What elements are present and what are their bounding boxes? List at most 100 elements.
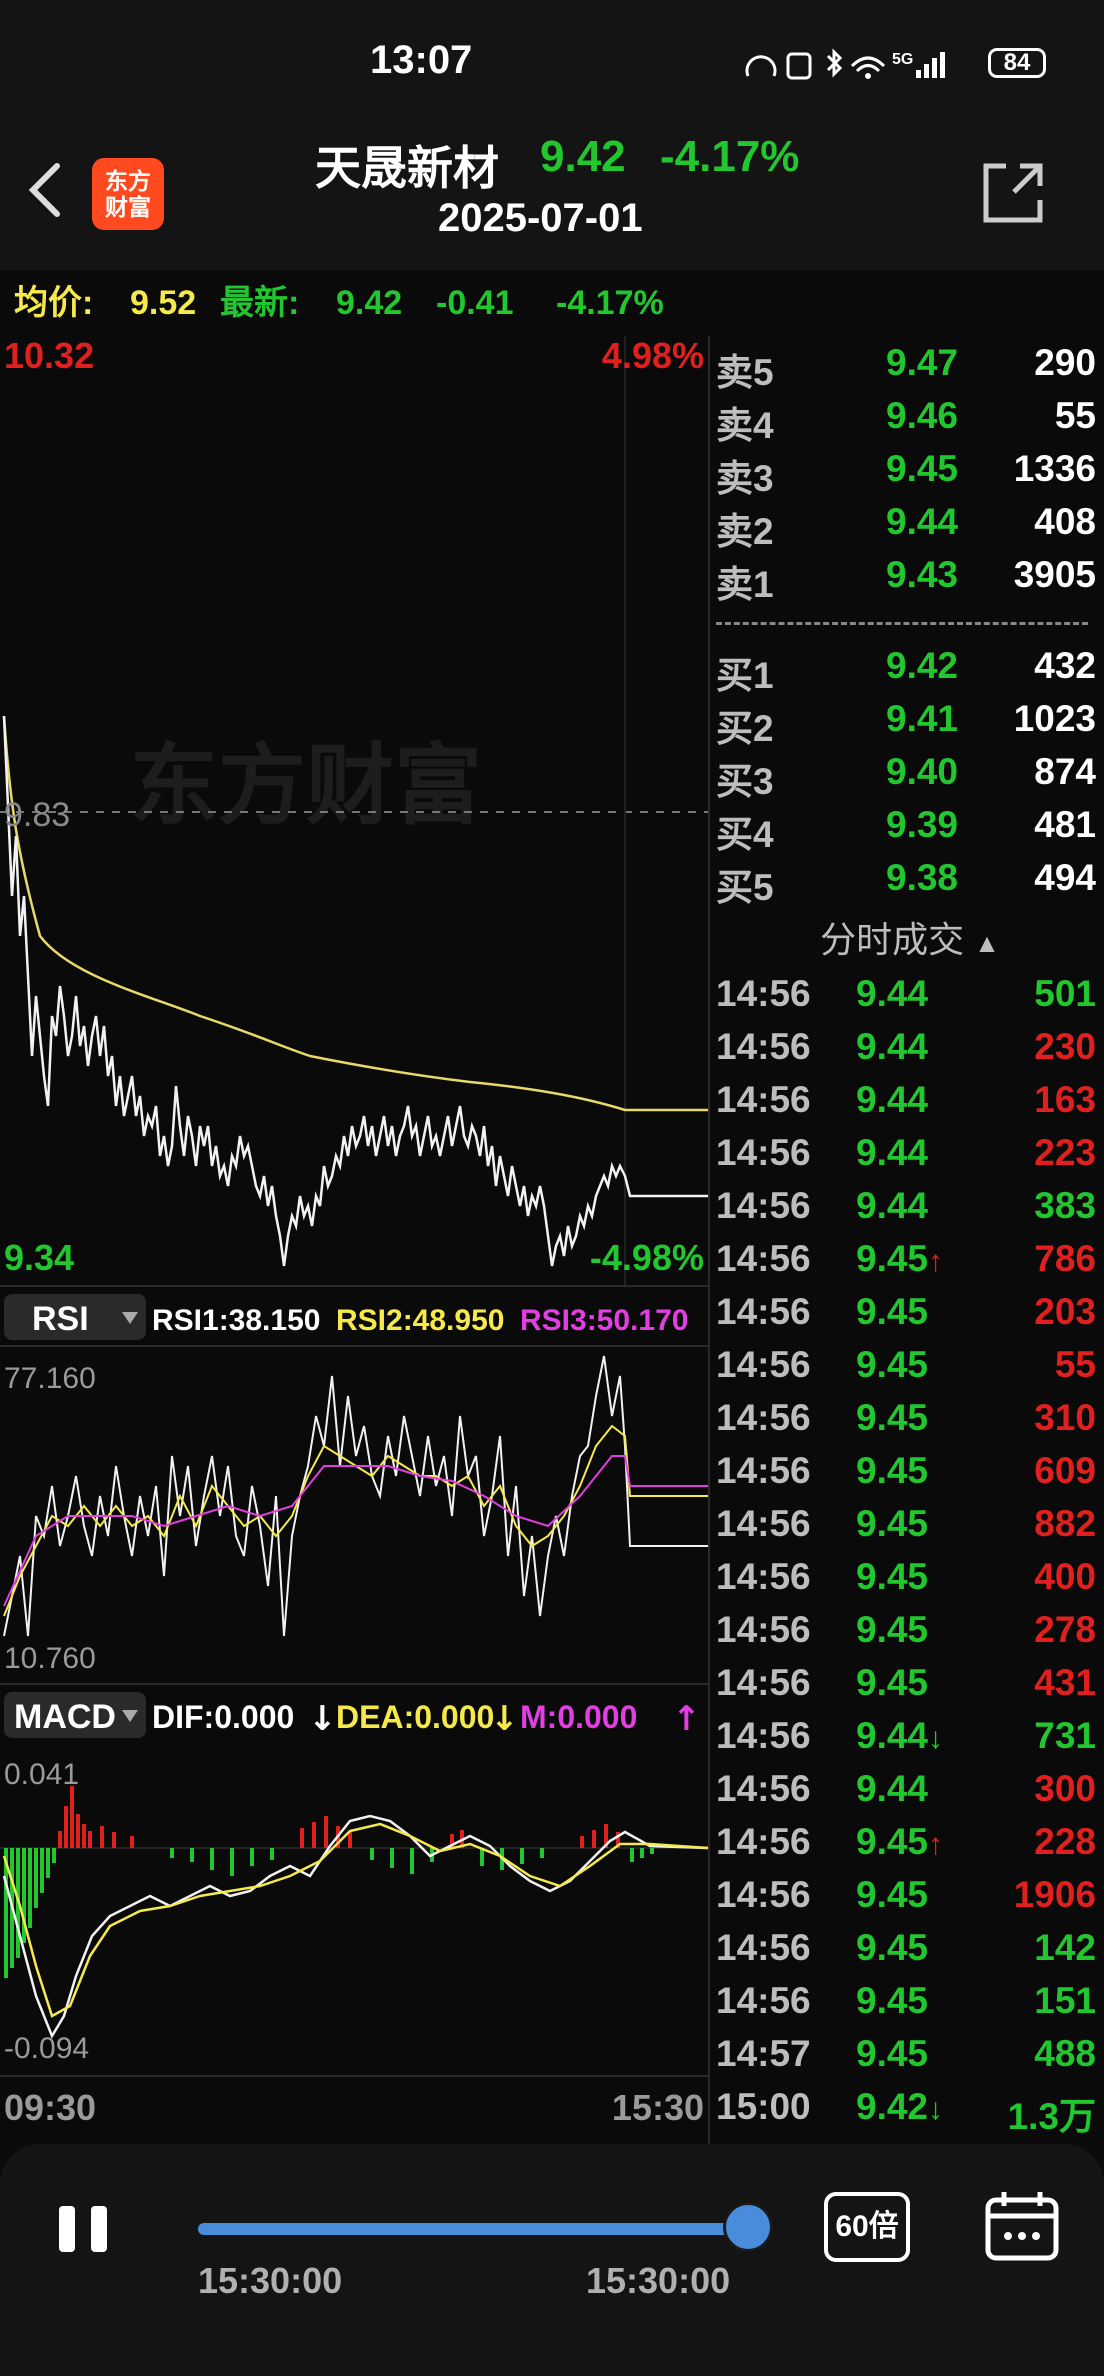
sell-row[interactable]: 卖5 9.47 290 [716, 342, 1100, 394]
trade-volume: 501 [1034, 973, 1096, 1014]
trade-volume: 300 [1034, 1768, 1096, 1809]
trade-volume: 55 [1054, 1344, 1096, 1385]
last-label: 最新: [220, 284, 300, 322]
orderbook-divider [716, 622, 1088, 625]
rsi1-value: RSI1:38.150 [152, 1304, 320, 1337]
trade-time: 14:56 [716, 1503, 811, 1544]
prev-close-price: 9.83 [4, 796, 70, 834]
rsi-min: 10.760 [4, 1642, 96, 1675]
trade-row: 14:57 9.45 488 [716, 2033, 1100, 2086]
trade-price: 9.45 [856, 1662, 929, 1703]
sort-up-icon: ▲ [974, 928, 1000, 958]
macd-tag: MACD [14, 1698, 116, 1736]
trade-price: 9.44 [856, 1185, 929, 1226]
buy-row[interactable]: 买3 9.40 874 [716, 751, 1100, 803]
trade-price: 9.45 [856, 1980, 929, 2021]
avg-price: 9.52 [130, 284, 197, 322]
bottom-price: 9.34 [4, 1237, 74, 1278]
trade-volume: 731 [1034, 1715, 1096, 1756]
calendar-icon[interactable] [984, 2190, 1060, 2262]
trade-row: 14:56 9.45 278 [716, 1609, 1100, 1662]
slider-handle[interactable] [723, 2202, 773, 2252]
trade-arrow-icon: ↓ [928, 1722, 944, 1755]
status-time: 13:07 [370, 38, 473, 82]
share-icon[interactable] [978, 158, 1048, 228]
last-change: -0.41 [436, 284, 514, 322]
macd-min: -0.094 [4, 2032, 89, 2065]
trade-time: 14:56 [716, 973, 811, 1014]
avg-label: 均价: [14, 284, 94, 322]
top-pct: 4.98% [602, 336, 704, 376]
trade-row: 14:56 9.45 609 [716, 1450, 1100, 1503]
trades-header[interactable]: 分时成交 ▲ [716, 908, 1104, 972]
buy-row[interactable]: 买5 9.38 494 [716, 857, 1100, 909]
pause-button[interactable] [55, 2206, 115, 2252]
trade-price: 9.44 [856, 973, 929, 1014]
trade-time: 14:56 [716, 1768, 811, 1809]
trade-time: 14:56 [716, 1026, 811, 1067]
trade-price: 9.45↑ [856, 1821, 944, 1862]
trade-volume: 1.3万 [1007, 2096, 1096, 2137]
trade-row: 14:56 9.45 203 [716, 1291, 1100, 1344]
dea-value: DEA:0.000 [336, 1699, 494, 1735]
macd-max: 0.041 [4, 1758, 79, 1791]
trade-time: 14:56 [716, 1132, 811, 1173]
buy-row[interactable]: 买1 9.42 432 [716, 645, 1100, 697]
speed-button[interactable]: 60倍 [824, 2192, 910, 2262]
trade-time: 14:56 [716, 1344, 811, 1385]
trade-volume: 882 [1034, 1503, 1096, 1544]
trade-row: 14:56 9.45↑ 228 [716, 1821, 1100, 1874]
trade-price: 9.44 [856, 1132, 929, 1173]
trade-price: 9.44 [856, 1768, 929, 1809]
trade-time: 14:56 [716, 1185, 811, 1226]
bottom-pct: -4.98% [590, 1237, 704, 1278]
progress-slider[interactable] [198, 2223, 748, 2235]
trade-volume: 431 [1034, 1662, 1096, 1703]
m-value: M:0.000 [520, 1699, 637, 1735]
trade-volume: 151 [1034, 1980, 1096, 2021]
nfc-icon [786, 52, 812, 80]
sell-row[interactable]: 卖2 9.44 408 [716, 501, 1100, 553]
trade-volume: 230 [1034, 1026, 1096, 1067]
start-time: 15:30:00 [198, 2260, 343, 2301]
trade-price: 9.45 [856, 1874, 929, 1915]
trade-time: 14:56 [716, 1238, 811, 1279]
trade-row: 14:56 9.45 310 [716, 1397, 1100, 1450]
top-price: 10.32 [4, 336, 94, 376]
battery-indicator: 84 [988, 48, 1046, 78]
trade-price: 9.45 [856, 1609, 929, 1650]
trade-volume: 383 [1034, 1185, 1096, 1226]
intraday-charts[interactable]: 东方财富 10.32 4.98% 9.83 9.34 -4.98% RSI RS… [0, 336, 708, 2144]
trade-row: 14:56 9.45↑ 786 [716, 1238, 1100, 1291]
dea-arrow-icon: ↓ [490, 1699, 519, 1739]
trade-volume: 400 [1034, 1556, 1096, 1597]
signal-icon [916, 52, 945, 78]
sell-row[interactable]: 卖4 9.46 55 [716, 395, 1100, 447]
trade-row: 15:00 9.42↓ 1.3万 [716, 2086, 1100, 2139]
trade-price: 9.45 [856, 1397, 929, 1438]
sell-row[interactable]: 卖1 9.43 3905 [716, 554, 1100, 606]
trade-time: 14:56 [716, 1556, 811, 1597]
trade-volume: 163 [1034, 1079, 1096, 1120]
rsi3-line [3, 1455, 708, 1607]
stock-change-pct: -4.17% [660, 132, 800, 181]
back-icon[interactable] [25, 160, 65, 220]
bluetooth-icon [826, 48, 843, 78]
sell-row[interactable]: 卖3 9.45 1336 [716, 448, 1100, 500]
trade-price: 9.44↓ [856, 1715, 944, 1756]
time-start: 09:30 [4, 2087, 96, 2128]
buy-row[interactable]: 买2 9.41 1023 [716, 698, 1100, 750]
trade-volume: 142 [1034, 1927, 1096, 1968]
pause-icon [59, 2206, 75, 2252]
buy-row[interactable]: 买4 9.39 481 [716, 804, 1100, 856]
trade-row: 14:56 9.44 230 [716, 1026, 1100, 1079]
svg-text:5G: 5G [892, 51, 913, 68]
stock-name: 天晟新材 [315, 142, 499, 194]
replay-date: 2025-07-01 [438, 196, 643, 240]
rsi-max: 77.160 [4, 1362, 96, 1395]
trade-time: 14:56 [716, 1397, 811, 1438]
status-icons: 5G [745, 48, 945, 80]
trade-volume: 278 [1034, 1609, 1096, 1650]
rsi3-value: RSI3:50.170 [520, 1304, 688, 1337]
trade-row: 14:56 9.45 142 [716, 1927, 1100, 1980]
